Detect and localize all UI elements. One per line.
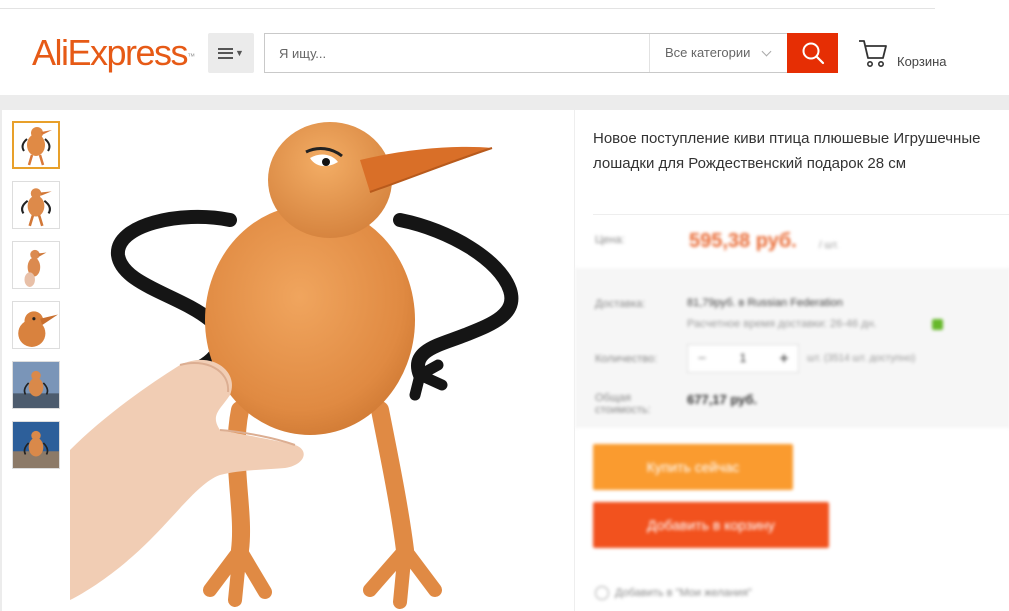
- product-price: 595,38 руб.: [689, 230, 797, 252]
- aliexpress-logo[interactable]: AliExpress™: [32, 33, 195, 73]
- shipping-cost[interactable]: 81,79руб. в Russian Federation: [687, 297, 843, 309]
- wishlist-label: Добавить в "Мои желания": [615, 586, 752, 599]
- thumbnail-6[interactable]: [12, 421, 60, 469]
- quantity-increase-button[interactable]: +: [770, 345, 798, 372]
- category-select[interactable]: Все категории: [665, 34, 750, 72]
- shipping-label: Доставка:: [595, 298, 646, 310]
- quantity-label: Количество:: [595, 353, 658, 365]
- shopping-cart-icon: [859, 40, 887, 67]
- quantity-input[interactable]: 1: [716, 345, 770, 372]
- product-title: Новое поступление киви птица плюшевые Иг…: [593, 130, 981, 172]
- kiwi-bird-plush-image: [70, 110, 575, 611]
- bird-thumbnail-image: [14, 123, 58, 167]
- quantity-stepper: − 1 +: [687, 344, 799, 373]
- total-price: 677,17 руб.: [687, 392, 758, 407]
- quantity-decrease-button[interactable]: −: [688, 345, 716, 372]
- title-divider: [593, 214, 1009, 215]
- logo-text: AliExpress: [32, 32, 189, 73]
- check-icon: [932, 319, 943, 330]
- buy-now-button[interactable]: Купить сейчас: [593, 444, 793, 490]
- add-to-cart-button[interactable]: Добавить в корзину: [593, 502, 829, 548]
- search-input[interactable]: [279, 34, 649, 72]
- product-info-panel: Новое поступление киви птица плюшевые Иг…: [574, 110, 1009, 611]
- search-divider: [649, 34, 650, 72]
- search-button[interactable]: [787, 33, 838, 73]
- header: AliExpress™ ▼ Все категории Корзина: [0, 0, 1009, 95]
- search-icon: [802, 42, 824, 65]
- cart-link[interactable]: Корзина: [857, 37, 957, 73]
- thumbnail-5[interactable]: [12, 361, 60, 409]
- price-label: Цена:: [595, 234, 625, 246]
- thumbnail-list: [12, 121, 64, 481]
- caret-down-icon: ▼: [235, 48, 244, 58]
- bird-thumbnail-image: [13, 422, 59, 468]
- heart-icon: [595, 586, 609, 600]
- cart-label: Корзина: [897, 54, 947, 69]
- logo-trademark: ™: [187, 52, 196, 61]
- thumbnail-3[interactable]: [12, 241, 60, 289]
- total-label: Общая стоимость:: [595, 392, 651, 416]
- bird-thumbnail-image: [13, 302, 59, 348]
- main-product-image[interactable]: [70, 110, 575, 611]
- search-bar: Все категории: [264, 33, 838, 73]
- bird-thumbnail-image: [13, 362, 59, 408]
- availability-text: шт. (3514 шт. доступно): [807, 353, 916, 364]
- chevron-down-icon: [761, 46, 772, 57]
- bird-thumbnail-image: [13, 182, 59, 228]
- thumbnail-4[interactable]: [12, 301, 60, 349]
- product-card: Новое поступление киви птица плюшевые Иг…: [2, 110, 1009, 611]
- shipping-time: Расчетное время доставки: 26-46 дн.: [687, 318, 877, 330]
- thumbnail-1[interactable]: [12, 121, 60, 169]
- price-unit: / шт.: [819, 240, 839, 251]
- bird-thumbnail-image: [13, 242, 59, 288]
- hamburger-menu-icon: [218, 47, 234, 59]
- thumbnail-2[interactable]: [12, 181, 60, 229]
- categories-menu-button[interactable]: ▼: [208, 33, 254, 73]
- wishlist-link[interactable]: Добавить в "Мои желания": [595, 586, 752, 600]
- header-divider: [0, 8, 935, 9]
